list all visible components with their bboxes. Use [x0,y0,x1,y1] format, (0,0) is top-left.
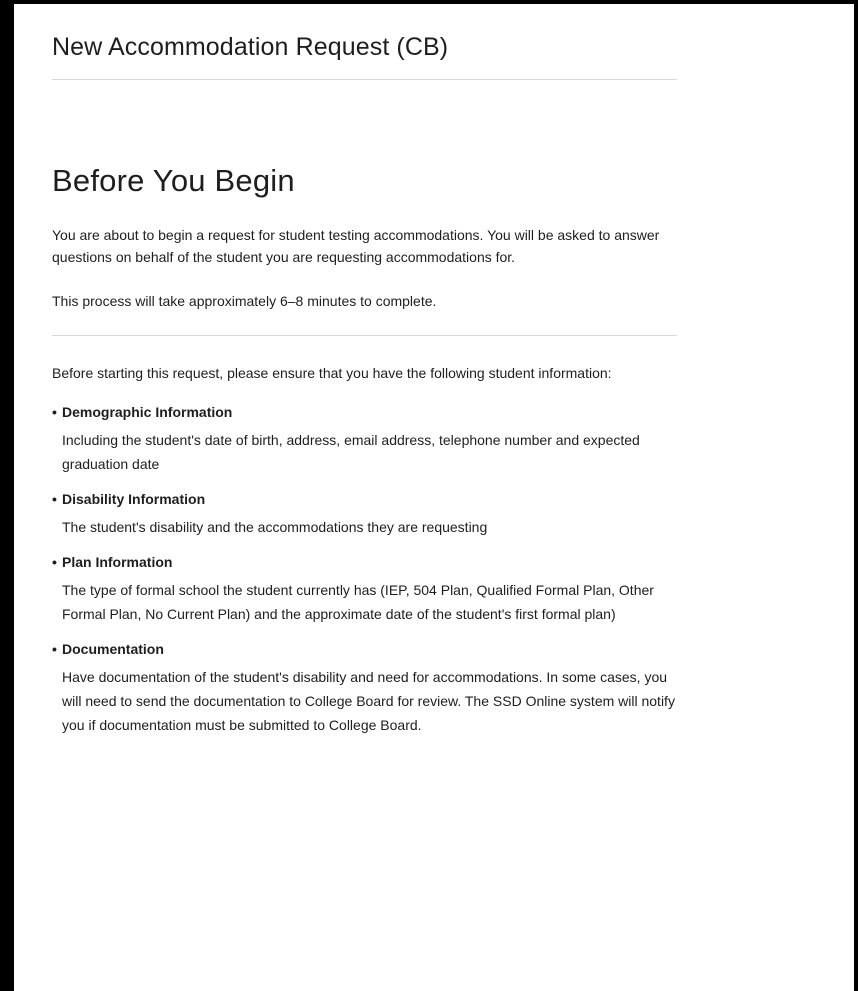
requirement-title: Demographic Information [62,404,233,420]
prerequisites-intro: Before starting this request, please ens… [52,365,612,381]
main-content: New Accommodation Request (CB) Before Yo… [52,4,677,749]
bullet-icon: • [52,641,57,657]
page-frame: New Accommodation Request (CB) Before Yo… [0,0,858,991]
list-item: • Documentation Have documentation of th… [52,638,677,737]
list-item: • Plan Information The type of formal sc… [52,551,677,626]
section-heading: Before You Begin [52,163,295,198]
bullet-icon: • [52,554,57,570]
requirement-title: Documentation [62,641,164,657]
intro-text: You are about to begin a request for stu… [52,227,660,265]
bullet-icon: • [52,491,57,507]
requirement-title: Disability Information [62,491,206,507]
requirement-description: The student's disability and the accommo… [62,519,488,535]
section-divider [52,335,677,336]
list-item: • Demographic Information Including the … [52,401,677,476]
requirements-list: • Demographic Information Including the … [52,401,677,737]
list-item: • Disability Information The student's d… [52,488,677,539]
bullet-icon: • [52,404,57,420]
page-title: New Accommodation Request (CB) [52,33,449,61]
requirement-description: The type of formal school the student cu… [62,582,654,622]
duration-text: This process will take approximately 6–8… [52,293,437,309]
requirement-title: Plan Information [62,554,173,570]
requirement-description: Have documentation of the student's disa… [62,669,675,733]
requirement-description: Including the student's date of birth, a… [62,432,640,472]
title-divider [52,79,677,80]
